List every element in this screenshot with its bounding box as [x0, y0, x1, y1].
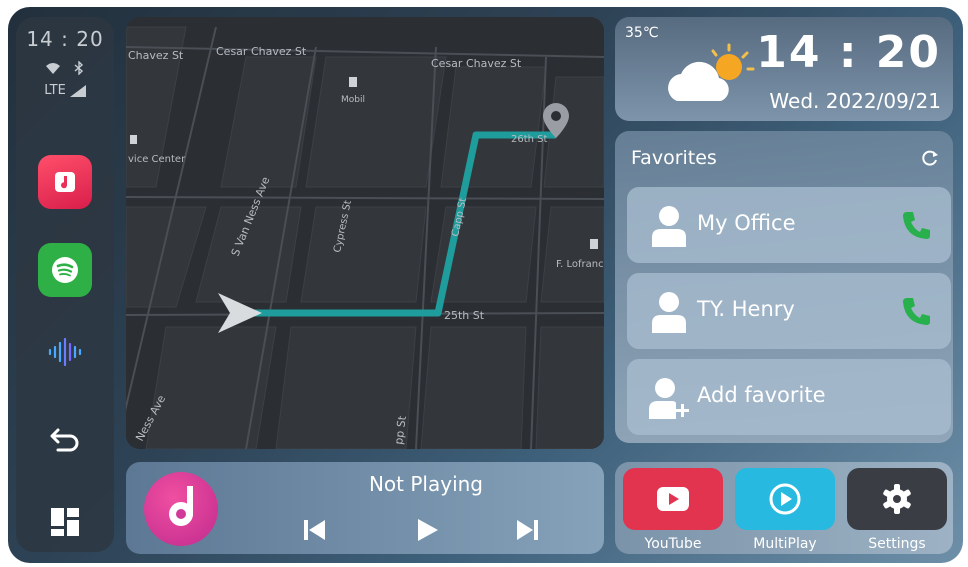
partly-sunny-icon	[668, 43, 755, 101]
spotify-icon	[52, 257, 78, 283]
bluetooth-icon	[74, 61, 84, 75]
siri-waveform-icon[interactable]	[46, 335, 86, 369]
skip-previous-icon	[304, 520, 325, 540]
status-icons-row	[16, 61, 114, 75]
person-icon	[652, 292, 686, 333]
gas-station-icon	[349, 77, 357, 87]
poi-label: vice Center	[128, 154, 186, 165]
track-title: Not Playing	[368, 472, 484, 496]
app-label: YouTube	[644, 536, 702, 552]
favorite-contact-my-office[interactable]: My Office	[627, 187, 951, 263]
play-button[interactable]	[409, 512, 445, 548]
clock-time: 14 : 20	[756, 27, 941, 78]
app-dock: YouTube MultiPlay Settings	[615, 462, 953, 554]
music-logo-icon	[169, 486, 193, 526]
street-label: Cesar Chavez St	[216, 45, 307, 58]
gear-icon	[883, 484, 911, 514]
now-playing-panel: Not Playing	[126, 462, 604, 554]
youtube-tile[interactable]	[623, 468, 723, 530]
person-icon	[652, 206, 686, 247]
map-canvas[interactable]: Chavez St Cesar Chavez St Cesar Chavez S…	[126, 17, 604, 449]
clock-weather-card: 35℃ 14 : 20 Wed. 2022/09/21	[615, 17, 953, 121]
street-label: Chavez St	[128, 49, 184, 62]
contact-name: My Office	[697, 211, 796, 235]
favorites-panel: Favorites My Office TY. Henry Add favori…	[615, 131, 953, 443]
favorite-contact-ty-henry[interactable]: TY. Henry	[627, 273, 951, 349]
youtube-icon	[657, 487, 689, 511]
multiplay-icon	[769, 483, 801, 515]
carplay-screen: 14 : 20 LTE Chavez St Cesar Chavez St Ce…	[8, 7, 963, 563]
phone-call-icon[interactable]	[901, 295, 933, 327]
add-person-icon	[649, 378, 689, 419]
temperature: 35℃	[625, 25, 659, 41]
youtube-app-button[interactable]: YouTube	[623, 468, 723, 552]
status-time: 14 : 20	[26, 27, 104, 51]
app-label: MultiPlay	[753, 536, 817, 552]
street-label: 25th St	[444, 309, 485, 322]
refresh-icon[interactable]	[921, 149, 939, 167]
dashboard-icon[interactable]	[48, 505, 82, 539]
music-note-icon	[55, 172, 75, 192]
app-label: Settings	[868, 536, 926, 552]
cellular-row: LTE	[16, 83, 114, 98]
clock-date: Wed. 2022/09/21	[769, 89, 941, 113]
service-poi-icon	[130, 135, 137, 144]
poi-label: F. Lofranc	[556, 259, 604, 270]
signal-icon	[69, 84, 86, 97]
previous-track-button[interactable]	[296, 512, 332, 548]
poi-label: Mobil	[341, 95, 365, 105]
multiplay-tile[interactable]	[735, 468, 835, 530]
favorites-title: Favorites	[631, 147, 717, 169]
navigation-map[interactable]: Chavez St Cesar Chavez St Cesar Chavez S…	[126, 17, 604, 449]
player-artwork[interactable]	[144, 472, 218, 546]
street-label: Cesar Chavez St	[431, 57, 522, 70]
phone-call-icon[interactable]	[901, 209, 933, 241]
spotify-app-button[interactable]	[38, 243, 92, 297]
restaurant-poi-icon	[590, 239, 598, 249]
multiplay-app-button[interactable]: MultiPlay	[735, 468, 835, 552]
contact-name: TY. Henry	[697, 297, 795, 321]
side-rail: 14 : 20 LTE	[16, 17, 114, 552]
add-favorite-label: Add favorite	[697, 383, 826, 407]
wifi-icon	[46, 62, 60, 74]
add-favorite-button[interactable]: Add favorite	[627, 359, 951, 435]
play-icon	[418, 519, 438, 541]
skip-next-icon	[517, 520, 538, 540]
settings-tile[interactable]	[847, 468, 947, 530]
next-track-button[interactable]	[510, 512, 546, 548]
music-app-button[interactable]	[38, 155, 92, 209]
street-label: 26th St	[511, 134, 548, 145]
settings-app-button[interactable]: Settings	[847, 468, 947, 552]
back-arrow-icon[interactable]	[48, 422, 82, 456]
network-label: LTE	[44, 83, 66, 98]
